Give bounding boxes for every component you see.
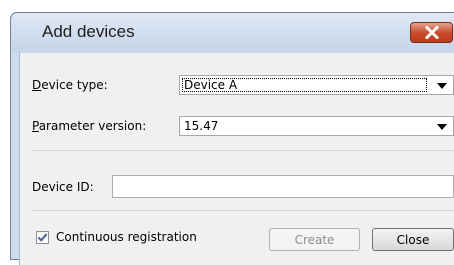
device-id-label: Device ID: [32, 180, 94, 194]
dialog-content: Device type: Device A Parameter version:… [19, 53, 454, 265]
checkmark-icon [37, 233, 48, 242]
separator [32, 150, 454, 151]
continuous-registration-checkbox[interactable] [36, 231, 49, 244]
dialog-title: Add devices [42, 22, 135, 41]
parameter-version-select[interactable]: 15.47 [179, 116, 454, 136]
device-type-value: Device A [184, 78, 238, 92]
create-button[interactable]: Create [269, 228, 360, 251]
parameter-version-label: Parameter version: [32, 119, 147, 133]
separator [32, 210, 454, 211]
device-type-select[interactable]: Device A [179, 75, 454, 95]
device-id-input[interactable] [112, 175, 454, 198]
parameter-version-value: 15.47 [184, 119, 219, 133]
add-devices-dialog: Add devices Device type: Device A Parame… [10, 12, 454, 265]
device-type-label: Device type: [32, 78, 108, 92]
chevron-down-icon[interactable] [437, 83, 447, 89]
title-bar[interactable]: Add devices [11, 13, 454, 53]
close-icon [424, 26, 439, 39]
chevron-down-icon[interactable] [437, 124, 447, 130]
close-button[interactable]: Close [372, 228, 454, 251]
close-window-button[interactable] [410, 22, 453, 43]
continuous-registration-label[interactable]: Continuous registration [56, 230, 197, 244]
